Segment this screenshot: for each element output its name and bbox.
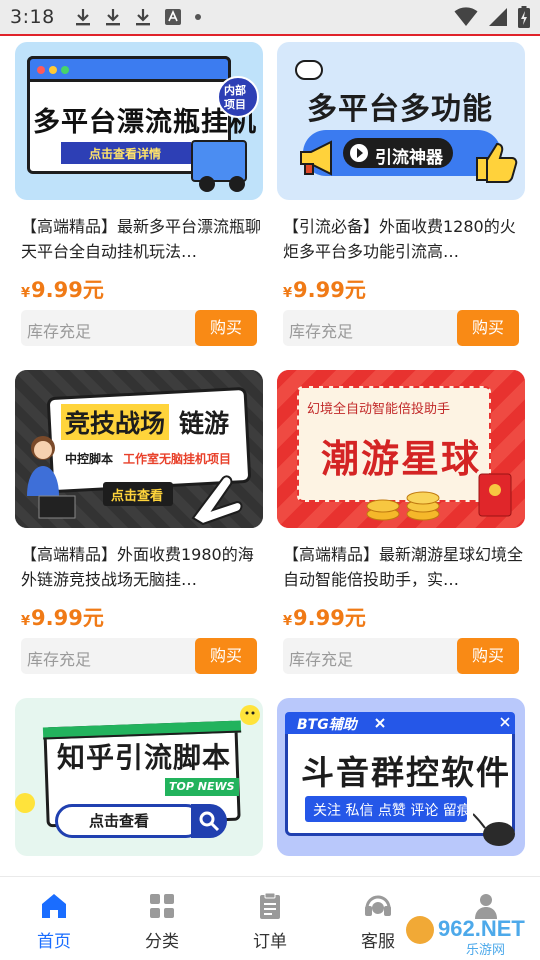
stock-bar: 库存充足 购买 [283,310,519,346]
stock-bar: 库存充足 购买 [21,310,257,346]
product-thumbnail[interactable]: 幻境全自动智能倍投助手 潮游星球 [277,370,525,528]
stock-status: 库存充足 [27,650,92,669]
thumbnail-subline: 引流神器 [375,148,443,168]
thumbnail-headline: 斗音群控软件 [301,753,511,792]
app-notification-icon [164,9,181,25]
product-thumbnail[interactable]: 多平台漂流瓶挂机 点击查看详情 内部 项目 [15,42,263,200]
coins-icon [366,491,440,521]
product-title[interactable]: 【高端精品】最新多平台漂流瓶聊天平台全自动挂机玩法… [21,214,261,264]
megaphone-icon [300,140,332,176]
close-icon [500,717,510,727]
nav-home[interactable]: 首页 [14,891,94,952]
price-value: 9.99元 [31,606,104,630]
buy-button[interactable]: 购买 [457,310,519,346]
pointing-hand-icon [191,475,243,526]
thumbnail-tag: TOP NEWS [169,780,235,793]
buy-button[interactable]: 购买 [195,310,257,346]
mouse-icon [473,813,515,846]
product-price: ¥9.99元 [21,602,104,632]
watermark-logo: 962.NET 乐游网 [406,916,525,958]
notification-icons [75,8,201,26]
price-value: 9.99元 [31,278,104,302]
product-title[interactable]: 【高端精品】外面收费1980的海外链游竞技战场无脑挂… [21,542,261,592]
currency-symbol: ¥ [21,286,31,301]
product-price: ¥9.99元 [21,274,104,304]
download-icon [75,9,90,26]
currency-symbol: ¥ [21,614,31,629]
thumbnail-cta: 点击查看 [89,812,150,830]
play-icon [350,144,368,162]
battery-charging-icon [518,6,530,28]
product-thumbnail[interactable]: 多平台多功能 引流神器 [277,42,525,200]
thumbnail-subline: 幻境全自动智能倍投助手 [307,402,451,417]
svg-text:962.NET: 962.NET [438,916,525,941]
currency-symbol: ¥ [283,614,293,629]
nav-label: 首页 [37,932,71,952]
red-envelope-icon [478,473,512,517]
buy-button[interactable]: 购买 [195,638,257,674]
product-thumbnail[interactable]: 竞技战场 链游 中控脚本 工作室无脑挂机项目 点击查看 [15,370,263,528]
product-price: ¥9.99元 [283,602,366,632]
product-thumbnail[interactable]: BTG辅助 斗音群控软件 关注 私信 点赞 评论 留痕 [277,698,525,856]
thumbnail-headline: 知乎引流脚本 [57,741,232,774]
thumbnail-subline: 点击查看详情 [89,147,162,161]
thumbs-up-icon [476,142,518,183]
stock-bar: 库存充足 购买 [21,638,257,674]
product-title[interactable]: 【引流必备】外面收费1280的火炬多平台多功能引流高… [283,214,523,264]
product-grid: 多平台漂流瓶挂机 点击查看详情 内部 项目 【高端精品】最新多平台漂流瓶聊天平台… [0,38,540,876]
product-thumbnail[interactable]: 知乎引流脚本 TOP NEWS 点击查看 [15,698,263,856]
search-icon [199,811,220,832]
buy-button[interactable]: 购买 [457,638,519,674]
stock-status: 库存充足 [289,650,354,669]
product-price: ¥9.99元 [283,274,366,304]
thumbnail-cta: 点击查看 [111,489,164,504]
nav-label: 分类 [145,932,179,952]
system-icons [454,6,530,28]
wifi-icon [454,7,478,26]
thumbnail-headline-2: 链游 [179,409,230,438]
download-icon [105,9,120,26]
stock-status: 库存充足 [289,322,354,341]
svg-text:乐游网: 乐游网 [466,943,505,958]
stock-status: 库存充足 [27,322,92,341]
thumbnail-brand: BTG辅助 [297,717,357,733]
currency-symbol: ¥ [283,286,293,301]
status-time: 3:18 [10,6,55,28]
nav-orders[interactable]: 订单 [230,891,310,952]
person-illustration-icon [27,436,76,519]
thumbnail-subline: 关注 私信 点赞 评论 留痕 [313,803,471,819]
download-icon [135,9,150,26]
close-icon [375,718,385,728]
nav-label: 订单 [253,932,287,952]
thumbnail-subline-highlight: 工作室无脑挂机项目 [123,452,232,466]
headset-icon [365,895,391,916]
sparkle-flower-icon [240,705,260,725]
thumbnail-badge-line2: 项目 [224,98,246,111]
nav-category[interactable]: 分类 [122,891,202,952]
thumbnail-headline: 多平台多功能 [307,92,493,127]
stock-bar: 库存充足 购买 [283,638,519,674]
signal-icon [489,8,507,26]
clipboard-icon [260,892,280,919]
product-title[interactable]: 【高端精品】最新潮游星球幻境全自动智能倍投助手，实… [283,542,523,592]
home-icon [42,894,66,918]
price-value: 9.99元 [293,278,366,302]
grid-icon [150,894,174,918]
sparkle-flower-icon [15,793,35,813]
more-notifications-dot-icon [194,14,201,20]
status-bar: 3:18 [0,0,540,36]
price-value: 9.99元 [293,606,366,630]
